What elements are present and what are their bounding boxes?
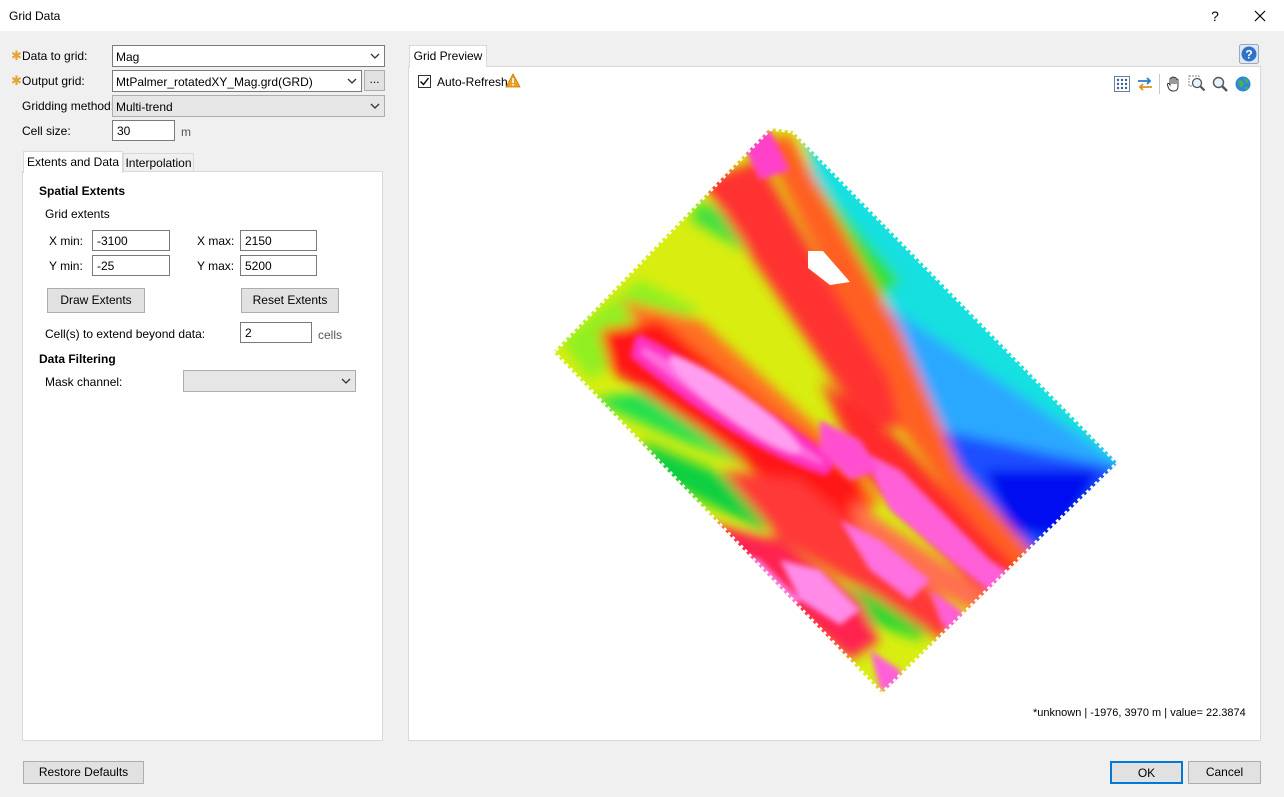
- gridding-method-label: Gridding method:: [22, 99, 115, 113]
- restore-defaults-button[interactable]: Restore Defaults: [23, 761, 144, 784]
- cancel-button[interactable]: Cancel: [1188, 761, 1261, 784]
- toolbar-divider: [1159, 74, 1160, 94]
- auto-refresh-checkbox[interactable]: [418, 75, 431, 88]
- chevron-down-icon: [341, 378, 351, 384]
- grid-extents-label: Grid extents: [45, 207, 110, 221]
- tab-grid-preview[interactable]: Grid Preview: [409, 45, 487, 67]
- extents-panel: [22, 171, 383, 741]
- ymax-label: Y max:: [197, 259, 235, 273]
- extend-cells-label: Cell(s) to extend beyond data:: [45, 327, 206, 341]
- data-to-grid-label: ✱ Data to grid:: [11, 48, 88, 63]
- xmin-input[interactable]: [92, 230, 170, 251]
- reset-extents-button[interactable]: Reset Extents: [241, 288, 339, 313]
- output-grid-select[interactable]: MtPalmer_rotatedXY_Mag.grd(GRD): [112, 70, 362, 92]
- chevron-down-icon: [370, 53, 380, 59]
- ok-button[interactable]: OK: [1110, 761, 1183, 784]
- mask-channel-select[interactable]: [183, 370, 356, 392]
- window-title: Grid Data: [9, 9, 61, 23]
- tab-extents-and-data[interactable]: Extents and Data: [23, 151, 123, 173]
- xmax-label: X max:: [197, 234, 235, 248]
- chevron-down-icon: [347, 78, 357, 84]
- grid-preview-image[interactable]: [409, 100, 1260, 700]
- data-to-grid-value: Mag: [116, 50, 140, 64]
- cell-size-unit: m: [181, 125, 191, 139]
- cell-size-input[interactable]: [112, 120, 175, 141]
- required-star-icon: ✱: [11, 48, 22, 63]
- xmax-input[interactable]: [240, 230, 317, 251]
- cell-size-label: Cell size:: [22, 124, 71, 138]
- chevron-down-icon: [370, 103, 380, 109]
- preview-status-text: *unknown | -1976, 3970 m | value= 22.387…: [1033, 707, 1246, 719]
- help-icon: ?: [1239, 44, 1259, 64]
- grid-map: [553, 128, 1118, 694]
- gridding-method-select[interactable]: Multi-trend: [112, 95, 385, 117]
- gridding-method-value: Multi-trend: [116, 100, 173, 114]
- globe-icon[interactable]: [1234, 75, 1252, 93]
- close-button[interactable]: [1248, 4, 1272, 28]
- check-icon: [420, 77, 430, 86]
- ymin-input[interactable]: [92, 255, 170, 276]
- mask-channel-label: Mask channel:: [45, 375, 123, 389]
- zoom-extent-icon[interactable]: [1188, 75, 1206, 93]
- title-bar: Grid Data ?: [0, 0, 1284, 32]
- auto-refresh-label: Auto-Refresh: [437, 75, 508, 89]
- help-button[interactable]: ?: [1239, 44, 1259, 64]
- browse-output-button[interactable]: ...: [364, 70, 385, 91]
- ymax-input[interactable]: [240, 255, 317, 276]
- swap-arrows-icon[interactable]: [1136, 75, 1154, 93]
- data-to-grid-select[interactable]: Mag: [112, 45, 385, 67]
- draw-extents-button[interactable]: Draw Extents: [47, 288, 145, 313]
- data-filtering-heading: Data Filtering: [39, 352, 116, 366]
- required-star-icon: ✱: [11, 73, 22, 88]
- extend-cells-unit: cells: [318, 328, 343, 342]
- extend-cells-input[interactable]: [240, 322, 312, 343]
- xmin-label: X min:: [49, 234, 84, 248]
- ymin-label: Y min:: [49, 259, 83, 273]
- warning-icon: [505, 73, 521, 88]
- close-icon: [1254, 10, 1266, 22]
- svg-text:?: ?: [1245, 48, 1252, 62]
- output-grid-label: ✱ Output grid:: [11, 73, 85, 88]
- help-title-button[interactable]: ?: [1203, 4, 1227, 28]
- output-grid-value: MtPalmer_rotatedXY_Mag.grd(GRD): [116, 75, 313, 89]
- spatial-extents-heading: Spatial Extents: [39, 184, 126, 198]
- tab-interpolation[interactable]: Interpolation: [123, 153, 194, 172]
- zoom-icon[interactable]: [1211, 75, 1229, 93]
- grid-points-icon[interactable]: [1113, 75, 1131, 93]
- hand-pan-icon[interactable]: [1165, 75, 1183, 93]
